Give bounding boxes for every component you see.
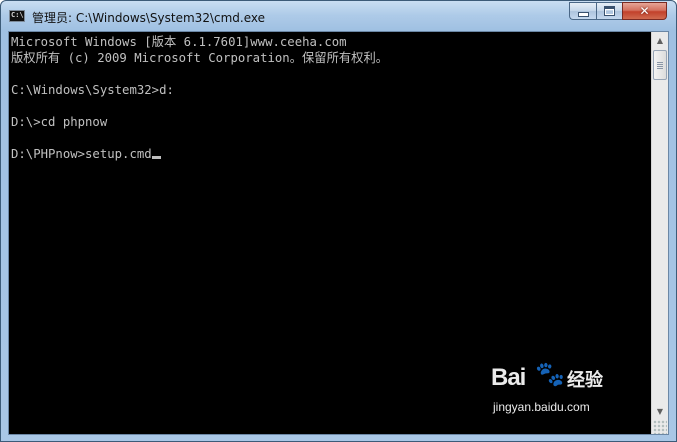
console-line: Microsoft Windows [版本 6.1.7601]www.ceeha… [11, 35, 347, 49]
minimize-icon [577, 11, 589, 17]
scroll-up-arrow-icon[interactable]: ▲ [652, 32, 668, 49]
title-bar[interactable]: C:\ 管理员: C:\Windows\System32\cmd.exe ✕ [1, 1, 676, 31]
watermark-url: jingyan.baidu.com [493, 400, 590, 414]
baidu-jingyan-watermark: Bai 🐾 经验 jingyan.baidu.com [491, 360, 611, 424]
cmd-app-icon[interactable]: C:\ [9, 10, 25, 22]
console-line: C:\Windows\System32>d: [11, 83, 174, 97]
watermark-logo-text: Bai [491, 364, 526, 391]
minimize-button[interactable] [569, 2, 596, 20]
app-icon-text: C:\ [11, 11, 24, 19]
resize-grip-icon[interactable] [653, 420, 667, 434]
scroll-down-arrow-icon[interactable]: ▼ [652, 403, 668, 420]
text-cursor [151, 156, 161, 159]
console-line: D:\>cd phpnow [11, 115, 108, 129]
caption-buttons: ✕ [569, 2, 667, 21]
paw-icon: 🐾 [535, 360, 565, 388]
close-icon: ✕ [639, 4, 650, 18]
grip-icon [657, 61, 663, 69]
scrollbar-thumb[interactable] [653, 50, 667, 80]
close-button[interactable]: ✕ [622, 2, 667, 20]
maximize-button[interactable] [596, 2, 622, 20]
console-line: 版权所有 (c) 2009 Microsoft Corporation。保留所有… [11, 51, 389, 65]
watermark-cn-text: 经验 [567, 370, 603, 391]
console-prompt-line[interactable]: D:\PHPnow>setup.cmd [11, 146, 651, 162]
console-current-command: D:\PHPnow>setup.cmd [11, 147, 152, 161]
vertical-scrollbar[interactable]: ▲ ▼ [651, 32, 668, 434]
maximize-icon [604, 6, 615, 16]
console-output[interactable]: Microsoft Windows [版本 6.1.7601]www.ceeha… [9, 32, 651, 434]
console-client-area: Microsoft Windows [版本 6.1.7601]www.ceeha… [8, 31, 669, 435]
cmd-window: C:\ 管理员: C:\Windows\System32\cmd.exe ✕ M… [0, 0, 677, 442]
window-title: 管理员: C:\Windows\System32\cmd.exe [32, 11, 265, 25]
